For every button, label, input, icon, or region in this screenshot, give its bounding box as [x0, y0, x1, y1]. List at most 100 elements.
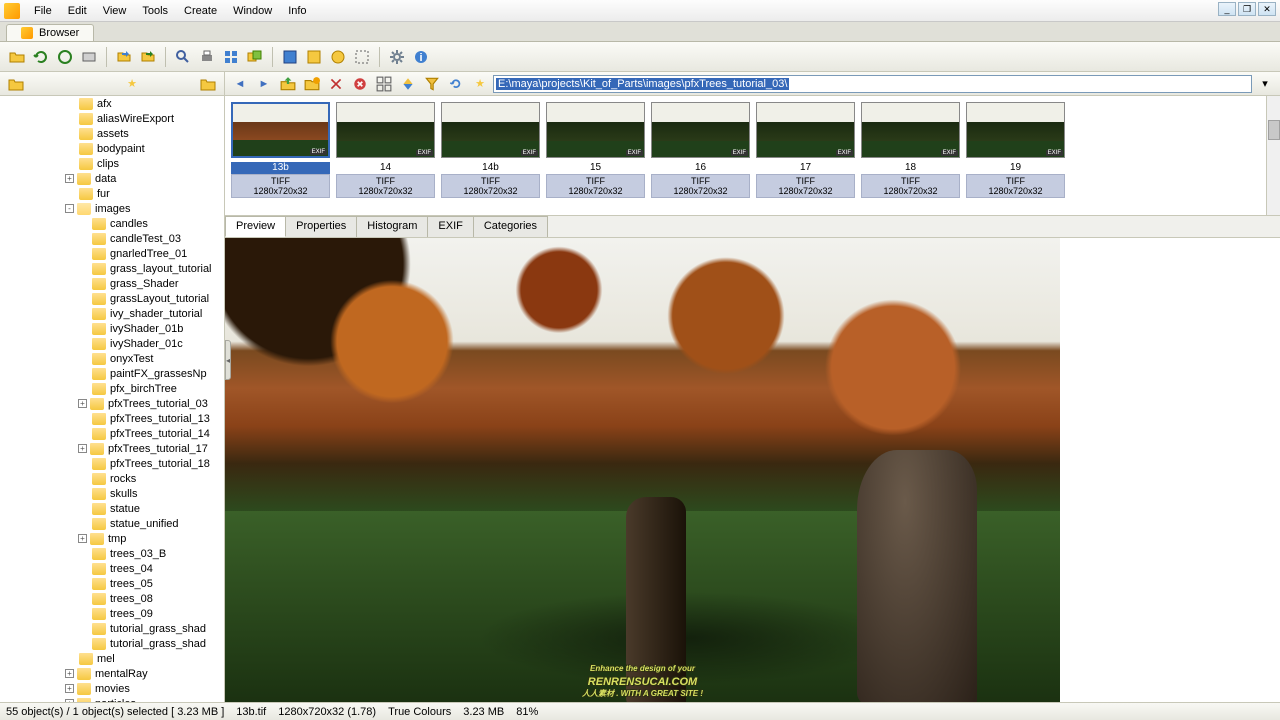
favorite-folder-star-icon[interactable]: [198, 74, 218, 94]
add-favorite-star-icon[interactable]: ★: [122, 74, 142, 94]
tree-item[interactable]: pfxTrees_tutorial_14: [0, 426, 224, 441]
tab-exif[interactable]: EXIF: [427, 216, 473, 237]
tree-item[interactable]: trees_05: [0, 576, 224, 591]
tab-preview[interactable]: Preview: [225, 216, 286, 237]
tree-item[interactable]: trees_09: [0, 606, 224, 621]
path-dropdown-button[interactable]: ▾: [1254, 73, 1276, 95]
tree-item[interactable]: onyxTest: [0, 351, 224, 366]
tree-item[interactable]: grassLayout_tutorial: [0, 291, 224, 306]
print-button[interactable]: [196, 46, 218, 68]
thumbnail[interactable]: EXIF14TIFF1280x720x32: [336, 102, 435, 209]
menu-tools[interactable]: Tools: [134, 2, 176, 20]
tree-item[interactable]: grass_layout_tutorial: [0, 261, 224, 276]
favorites-folder-icon[interactable]: [6, 74, 26, 94]
tree-item[interactable]: trees_03_B: [0, 546, 224, 561]
open-button[interactable]: [6, 46, 28, 68]
tree-item[interactable]: +pfxTrees_tutorial_17: [0, 441, 224, 456]
tree-item[interactable]: ivyShader_01c: [0, 336, 224, 351]
info-button[interactable]: i: [410, 46, 432, 68]
batch-button[interactable]: [327, 46, 349, 68]
tree-item[interactable]: candleTest_03: [0, 231, 224, 246]
settings-button[interactable]: [386, 46, 408, 68]
thumbnail[interactable]: EXIF14bTIFF1280x720x32: [441, 102, 540, 209]
copy-to-button[interactable]: [113, 46, 135, 68]
delete-button[interactable]: [349, 73, 371, 95]
menu-window[interactable]: Window: [225, 2, 280, 20]
tree-item[interactable]: skulls: [0, 486, 224, 501]
menu-file[interactable]: File: [26, 2, 60, 20]
bookmark-button[interactable]: ★: [469, 73, 491, 95]
preview-pane[interactable]: Enhance the design of your RENRENSUCAI.C…: [225, 238, 1280, 702]
expand-toggle[interactable]: +: [78, 444, 87, 453]
tree-item[interactable]: +pfxTrees_tutorial_03: [0, 396, 224, 411]
tree-item[interactable]: mel: [0, 651, 224, 666]
thumbnail[interactable]: EXIF18TIFF1280x720x32: [861, 102, 960, 209]
expand-toggle[interactable]: +: [78, 534, 87, 543]
expand-toggle[interactable]: +: [65, 669, 74, 678]
cut-button[interactable]: [325, 73, 347, 95]
new-folder-button[interactable]: [301, 73, 323, 95]
tree-item[interactable]: tutorial_grass_shad: [0, 621, 224, 636]
minimize-button[interactable]: _: [1218, 2, 1236, 16]
tree-item[interactable]: assets: [0, 126, 224, 141]
tree-item[interactable]: clips: [0, 156, 224, 171]
splitter-handle[interactable]: ◂: [225, 340, 231, 380]
tree-item[interactable]: bodypaint: [0, 141, 224, 156]
nav-back-button[interactable]: ◄: [229, 73, 251, 95]
refresh-button[interactable]: [30, 46, 52, 68]
tree-item[interactable]: gnarledTree_01: [0, 246, 224, 261]
select-all-button[interactable]: [351, 46, 373, 68]
tree-item[interactable]: rocks: [0, 471, 224, 486]
stop-button[interactable]: [54, 46, 76, 68]
menu-create[interactable]: Create: [176, 2, 225, 20]
tree-item[interactable]: +particles: [0, 696, 224, 702]
tree-item[interactable]: trees_08: [0, 591, 224, 606]
nav-up-button[interactable]: [277, 73, 299, 95]
menu-view[interactable]: View: [95, 2, 135, 20]
tree-item[interactable]: tutorial_grass_shad: [0, 636, 224, 651]
thumbnail[interactable]: EXIF16TIFF1280x720x32: [651, 102, 750, 209]
tree-item[interactable]: pfxTrees_tutorial_13: [0, 411, 224, 426]
thumbnail[interactable]: EXIF17TIFF1280x720x32: [756, 102, 855, 209]
expand-toggle[interactable]: -: [65, 204, 74, 213]
app-tab-browser[interactable]: Browser: [6, 24, 94, 41]
tree-item[interactable]: fur: [0, 186, 224, 201]
thumbnail[interactable]: EXIF13bTIFF1280x720x32: [231, 102, 330, 209]
sort-button[interactable]: [397, 73, 419, 95]
expand-toggle[interactable]: +: [78, 399, 87, 408]
tree-item[interactable]: +movies: [0, 681, 224, 696]
acquire-button[interactable]: [78, 46, 100, 68]
thumbnail[interactable]: EXIF19TIFF1280x720x32: [966, 102, 1065, 209]
thumb-scrollbar[interactable]: [1266, 96, 1280, 215]
tree-item[interactable]: afx: [0, 96, 224, 111]
tree-item[interactable]: trees_04: [0, 561, 224, 576]
convert-button[interactable]: [279, 46, 301, 68]
expand-toggle[interactable]: +: [65, 699, 74, 702]
tree-item[interactable]: ivy_shader_tutorial: [0, 306, 224, 321]
maximize-button[interactable]: ❐: [1238, 2, 1256, 16]
view-mode-button[interactable]: [373, 73, 395, 95]
tree-item[interactable]: -images: [0, 201, 224, 216]
expand-toggle[interactable]: +: [65, 174, 74, 183]
tab-histogram[interactable]: Histogram: [356, 216, 428, 237]
tree-item[interactable]: candles: [0, 216, 224, 231]
tree-item[interactable]: +mentalRay: [0, 666, 224, 681]
tree-item[interactable]: pfxTrees_tutorial_18: [0, 456, 224, 471]
tree-item[interactable]: paintFX_grassesNp: [0, 366, 224, 381]
tree-item[interactable]: pfx_birchTree: [0, 381, 224, 396]
tree-item[interactable]: +data: [0, 171, 224, 186]
multi-image-button[interactable]: [244, 46, 266, 68]
close-button[interactable]: ✕: [1258, 2, 1276, 16]
menu-edit[interactable]: Edit: [60, 2, 95, 20]
jpg-transform-button[interactable]: [303, 46, 325, 68]
nav-forward-button[interactable]: ►: [253, 73, 275, 95]
tree-item[interactable]: grass_Shader: [0, 276, 224, 291]
move-to-button[interactable]: [137, 46, 159, 68]
folder-tree[interactable]: afxaliasWireExportassetsbodypaintclips+d…: [0, 96, 225, 702]
tab-properties[interactable]: Properties: [285, 216, 357, 237]
find-button[interactable]: [172, 46, 194, 68]
tab-categories[interactable]: Categories: [473, 216, 548, 237]
tree-item[interactable]: statue_unified: [0, 516, 224, 531]
path-input[interactable]: E:\maya\projects\Kit_of_Parts\images\pfx…: [493, 75, 1252, 93]
tree-item[interactable]: aliasWireExport: [0, 111, 224, 126]
